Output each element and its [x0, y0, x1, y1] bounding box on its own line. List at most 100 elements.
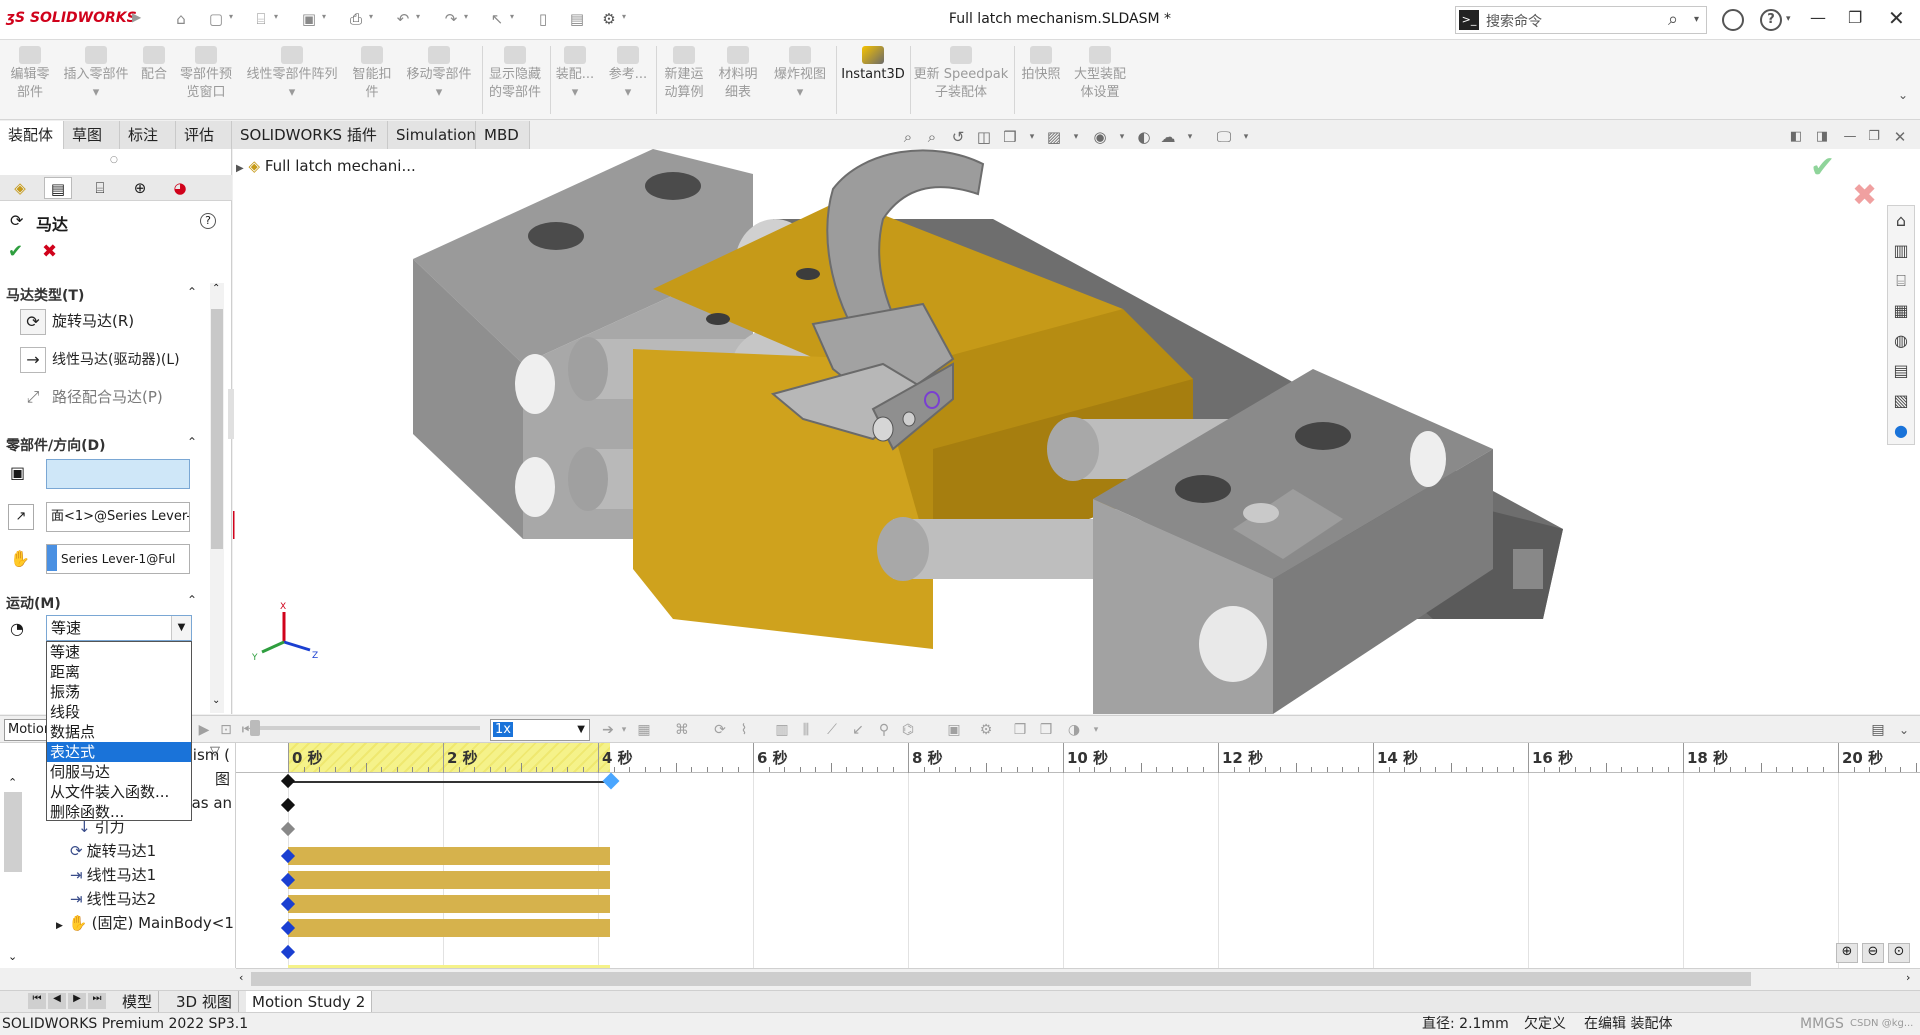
display-style-icon[interactable]: ▨ [1044, 127, 1064, 147]
cmd-component-preview[interactable]: 零部件预 览窗口 [174, 46, 238, 102]
cmd-new-motion-study[interactable]: 新建运 动算例 [660, 46, 708, 102]
tree-item[interactable]: ▶ ✋ (固定) MainBody<1 [56, 911, 234, 935]
viewport-minimize-icon[interactable]: — [1840, 127, 1860, 147]
restore-window-icon[interactable]: ❐ [1848, 8, 1862, 27]
results-icon[interactable]: ⚲ [874, 720, 894, 740]
viewport-split-icon[interactable]: ◨ [1812, 127, 1832, 147]
tree-scroll-down-icon[interactable]: ⌄ [8, 950, 17, 963]
solidworks-forum-icon[interactable]: ● [1888, 416, 1914, 446]
path-mate-motor-option[interactable]: ⤢ 路径配合马达(P) [20, 382, 163, 412]
redo-icon[interactable]: ↷ [440, 8, 462, 30]
motor-icon[interactable]: ⟳ [710, 720, 730, 740]
study-type-select[interactable]: Motion [4, 719, 48, 741]
view-orientation-dropdown-icon[interactable]: ▾ [1022, 127, 1042, 147]
motion-option[interactable]: 线段 [47, 702, 191, 722]
tab-3d-views[interactable]: 3D 视图 [170, 991, 239, 1013]
new-document-icon[interactable]: ▢ [205, 8, 227, 30]
apply-scene-dropdown-icon[interactable]: ▾ [1180, 127, 1200, 147]
timeline-scrollbar[interactable]: ‹ › [236, 968, 1920, 988]
undo-icon[interactable]: ↶ [392, 8, 414, 30]
motion-option[interactable]: 振荡 [47, 682, 191, 702]
motion-timeline[interactable]: 0 秒2 秒4 秒6 秒8 秒 10 秒 12 秒 14 秒 16 秒 18 秒 20 秒 … [236, 743, 1920, 968]
tab-sketch[interactable]: 草图 [64, 121, 120, 149]
cmd-smart-fasteners[interactable]: 智能扣件 [348, 46, 396, 102]
logo-expand-icon[interactable]: ▶ [132, 10, 141, 24]
autokey-dropdown-icon[interactable]: ▾ [614, 720, 634, 740]
appearances-icon[interactable]: ◍ [1888, 326, 1914, 356]
print-dropdown-icon[interactable]: ▾ [369, 12, 377, 26]
motion-option[interactable]: 距离 [47, 662, 191, 682]
tab-motion-study-2[interactable]: Motion Study 2 [246, 991, 373, 1013]
display-style-dropdown-icon[interactable]: ▾ [1066, 127, 1086, 147]
tree-scroll-thumb[interactable] [4, 792, 22, 872]
print-icon[interactable]: ⎙ [345, 8, 367, 30]
animation-wizard-icon[interactable]: ⌘ [672, 720, 692, 740]
cmd-exploded-view[interactable]: 爆炸视图 ▾ [768, 46, 832, 102]
select-dropdown-icon[interactable]: ▾ [510, 12, 518, 26]
displaymanager-tab-icon[interactable]: ◕ [166, 177, 194, 199]
graphics-area[interactable] [231, 149, 1920, 714]
contact-icon[interactable]: ⟋ [822, 720, 842, 740]
cmd-insert-component[interactable]: 插入零部件 ▾ [58, 46, 134, 102]
key-point[interactable] [280, 797, 296, 813]
panel-grip-icon[interactable]: ○ [110, 155, 118, 165]
tab-solidworks-addins[interactable]: SOLIDWORKS 插件 [232, 121, 388, 149]
motor-type-header[interactable]: 马达类型(T) [6, 285, 84, 305]
dropdown-icon[interactable]: ▾ [572, 85, 579, 100]
end-time-marker[interactable] [602, 772, 620, 790]
key-point[interactable] [280, 821, 296, 837]
add-key-icon[interactable]: ▦ [634, 720, 654, 740]
gravity-bar[interactable] [288, 847, 610, 865]
tab-simulation[interactable]: Simulation [388, 121, 476, 149]
calculate-icon[interactable]: ⊡ [216, 720, 236, 740]
redo-dropdown-icon[interactable]: ▾ [464, 12, 472, 26]
save-dropdown-icon[interactable]: ▾ [322, 12, 330, 26]
tab-assembly[interactable]: 装配体 [0, 121, 64, 149]
solidworks-logo[interactable]: ʒS SOLIDWORKS [6, 10, 137, 26]
linear-motor-2-bar[interactable] [288, 919, 610, 937]
hide-show-items-icon[interactable]: ◉ [1090, 127, 1110, 147]
scroll-up-icon[interactable]: ⌃ [212, 283, 220, 294]
scroll-left-icon[interactable]: ‹ [239, 971, 243, 984]
zoom-in-icon[interactable]: ⊕ [1836, 943, 1858, 963]
collapse-ribbon-icon[interactable]: ⌄ [1898, 88, 1908, 102]
options-gear-icon[interactable]: ⚙ [598, 8, 620, 30]
cmd-take-snapshot[interactable]: 拍快照 [1018, 46, 1064, 84]
tab-model[interactable]: 模型 [116, 991, 160, 1013]
dropdown-icon[interactable]: ▾ [93, 85, 100, 100]
hide-show-dropdown-icon[interactable]: ▾ [1112, 127, 1132, 147]
dropdown-icon[interactable]: ▾ [289, 85, 296, 100]
zoom-area-icon[interactable]: ⌕ [922, 127, 942, 147]
tree-item[interactable]: ⇥ 线性马达1 [70, 863, 156, 887]
component-direction-header[interactable]: 零部件/方向(D) [6, 435, 106, 455]
motion-option[interactable]: 从文件装入函数... [47, 782, 191, 802]
search-input[interactable]: 搜索命令 [1486, 11, 1542, 31]
tab-scroll-next-icon[interactable]: ▶ [68, 993, 86, 1009]
linear-motor-option[interactable]: → 线性马达(驱动器)(L) [20, 344, 180, 374]
key-point[interactable] [280, 944, 296, 960]
scroll-thumb[interactable] [211, 309, 223, 549]
account-icon[interactable] [1722, 9, 1744, 31]
motion-settings-icon[interactable]: ⚙ [976, 720, 996, 740]
home-icon[interactable]: ⌂ [170, 8, 192, 30]
component-to-move-field[interactable]: Series Lever-1@Ful [46, 544, 190, 574]
cmd-linear-pattern[interactable]: 线性零部件阵列 ▾ [240, 46, 344, 102]
view-orientation-icon[interactable]: ❒ [1000, 127, 1020, 147]
cmd-instant3d[interactable]: Instant3D [840, 46, 906, 84]
pm-scrollbar[interactable]: ⌃ ⌄ [210, 283, 224, 713]
options-dropdown-icon[interactable]: ▾ [622, 12, 630, 26]
zoom-out-icon[interactable]: ⊖ [1862, 943, 1884, 963]
cmd-move-component[interactable]: 移动零部件 ▾ [400, 46, 478, 102]
cmd-bill-of-materials[interactable]: 材料明 细表 [714, 46, 762, 102]
edit-appearance-icon[interactable]: ◐ [1134, 127, 1154, 147]
dropdown-icon[interactable]: ▾ [436, 85, 443, 100]
motion-header[interactable]: 运动(M) [6, 593, 61, 613]
search-icon[interactable]: ⌕ [1668, 9, 1678, 30]
cmd-edit-component[interactable]: 编辑零 部件 [4, 46, 56, 102]
collapse-motion-icon[interactable]: ⌄ [1894, 720, 1914, 740]
collapse-icon[interactable]: ⌃ [187, 593, 197, 607]
section-view-icon[interactable]: ◫ [974, 127, 994, 147]
confirm-ok-icon[interactable]: ✔ [1810, 150, 1835, 185]
confirm-cancel-icon[interactable]: ✖ [1852, 178, 1877, 213]
playback-speed-select[interactable]: 1x ▼ [490, 719, 590, 741]
